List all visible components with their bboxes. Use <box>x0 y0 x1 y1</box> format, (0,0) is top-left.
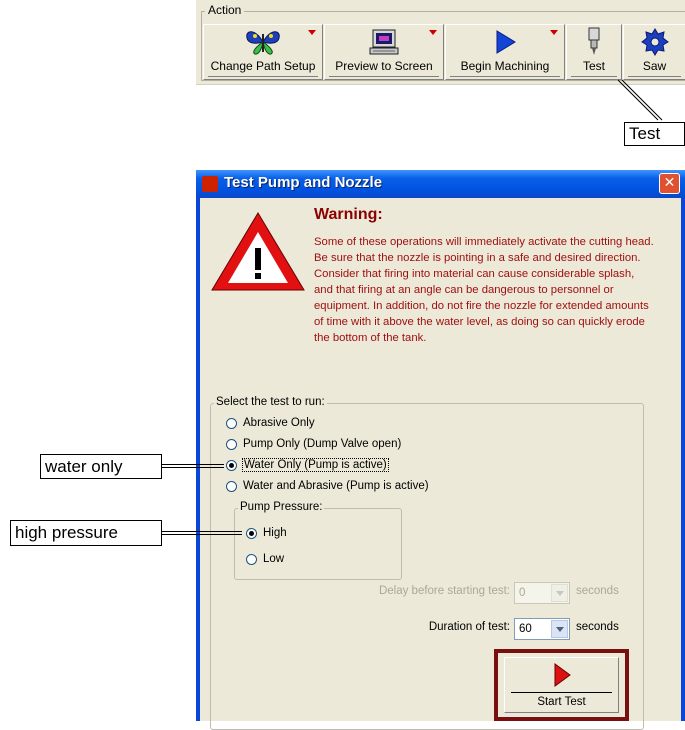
dropdown-arrow-icon[interactable] <box>550 30 558 35</box>
button-underline <box>450 76 560 77</box>
saw-blade-icon <box>624 27 685 57</box>
duration-combobox[interactable]: 60 <box>514 618 570 640</box>
radio-label: Low <box>263 553 285 565</box>
button-underline <box>571 76 617 77</box>
monitor-icon <box>325 27 443 57</box>
nozzle-icon <box>567 27 621 57</box>
radio-button-icon[interactable] <box>226 417 237 429</box>
begin-machining-label: Begin Machining <box>460 59 550 73</box>
start-test-highlight: Start Test <box>494 649 629 721</box>
saw-button[interactable]: Saw <box>623 24 685 80</box>
radio-label: Abrasive Only <box>243 417 315 429</box>
dialog-title: Test Pump and Nozzle <box>224 174 383 191</box>
butterfly-icon <box>204 27 322 57</box>
play-icon <box>505 662 618 688</box>
dropdown-arrow-icon[interactable] <box>308 30 316 35</box>
test-callout: Test <box>624 122 685 146</box>
button-underline <box>511 692 612 693</box>
saw-label: Saw <box>642 59 667 73</box>
start-test-label: Start Test <box>537 696 586 708</box>
button-underline <box>329 76 439 77</box>
water-only-callout: water only <box>40 454 162 479</box>
radio-low-pressure[interactable]: Low <box>246 553 284 565</box>
radio-label: Water and Abrasive (Pump is active) <box>243 480 429 492</box>
radio-button-icon[interactable] <box>226 459 237 471</box>
warning-text: Some of these operations will immediatel… <box>314 236 654 344</box>
action-group-label: Action <box>205 3 245 17</box>
duration-value: 60 <box>519 623 532 635</box>
change-path-setup-label: Change Path Setup <box>210 59 316 73</box>
button-underline <box>208 76 318 77</box>
close-button[interactable]: ✕ <box>659 173 680 194</box>
warning-icon <box>210 210 306 296</box>
test-pump-nozzle-dialog: Test Pump and Nozzle ✕ Warning: Some of … <box>196 170 685 730</box>
dropdown-arrow-icon[interactable] <box>429 30 437 35</box>
high-pressure-callout-line <box>162 531 242 535</box>
chevron-down-icon[interactable] <box>551 584 568 602</box>
delay-combobox[interactable]: 0 <box>514 582 570 604</box>
radio-label: Pump Only (Dump Valve open) <box>243 438 402 450</box>
radio-water-only[interactable]: Water Only (Pump is active) <box>226 458 389 472</box>
duration-unit: seconds <box>576 621 619 633</box>
test-button[interactable]: Test <box>566 24 622 80</box>
button-underline <box>628 76 681 77</box>
duration-label: Duration of test: <box>428 621 510 633</box>
play-icon <box>446 27 564 57</box>
warning-title: Warning: <box>314 206 383 223</box>
radio-button-icon[interactable] <box>246 527 257 539</box>
delay-unit: seconds <box>576 585 619 597</box>
high-pressure-callout: high pressure <box>10 520 162 546</box>
radio-high-pressure[interactable]: High <box>246 527 287 539</box>
chevron-down-icon[interactable] <box>551 620 568 638</box>
app-icon <box>202 176 218 192</box>
radio-abrasive-only[interactable]: Abrasive Only <box>226 417 315 429</box>
radio-pump-only[interactable]: Pump Only (Dump Valve open) <box>226 438 401 450</box>
delay-value: 0 <box>519 587 526 599</box>
radio-button-icon[interactable] <box>246 553 257 565</box>
action-toolbar: Action Change Path Setup Preview to Scre… <box>196 0 685 85</box>
test-select-label: Select the test to run: <box>214 396 327 408</box>
pump-pressure-group <box>234 508 402 580</box>
preview-to-screen-button[interactable]: Preview to Screen <box>324 24 444 80</box>
radio-button-icon[interactable] <box>226 480 237 492</box>
start-test-button[interactable]: Start Test <box>504 657 619 713</box>
radio-label: High <box>263 527 287 539</box>
pump-pressure-label: Pump Pressure: <box>238 501 325 513</box>
dialog-title-bar[interactable]: Test Pump and Nozzle ✕ <box>196 170 685 198</box>
dialog-body: Warning: Some of these operations will i… <box>200 198 681 730</box>
begin-machining-button[interactable]: Begin Machining <box>445 24 565 80</box>
preview-to-screen-label: Preview to Screen <box>335 59 433 73</box>
test-label: Test <box>582 59 605 73</box>
water-only-callout-line <box>162 464 224 468</box>
change-path-setup-button[interactable]: Change Path Setup <box>203 24 323 80</box>
test-callout-line <box>617 79 663 121</box>
delay-label: Delay before starting test: <box>378 585 510 597</box>
radio-label: Water Only (Pump is active) <box>242 458 389 472</box>
radio-water-and-abrasive[interactable]: Water and Abrasive (Pump is active) <box>226 480 429 492</box>
radio-button-icon[interactable] <box>226 438 237 450</box>
